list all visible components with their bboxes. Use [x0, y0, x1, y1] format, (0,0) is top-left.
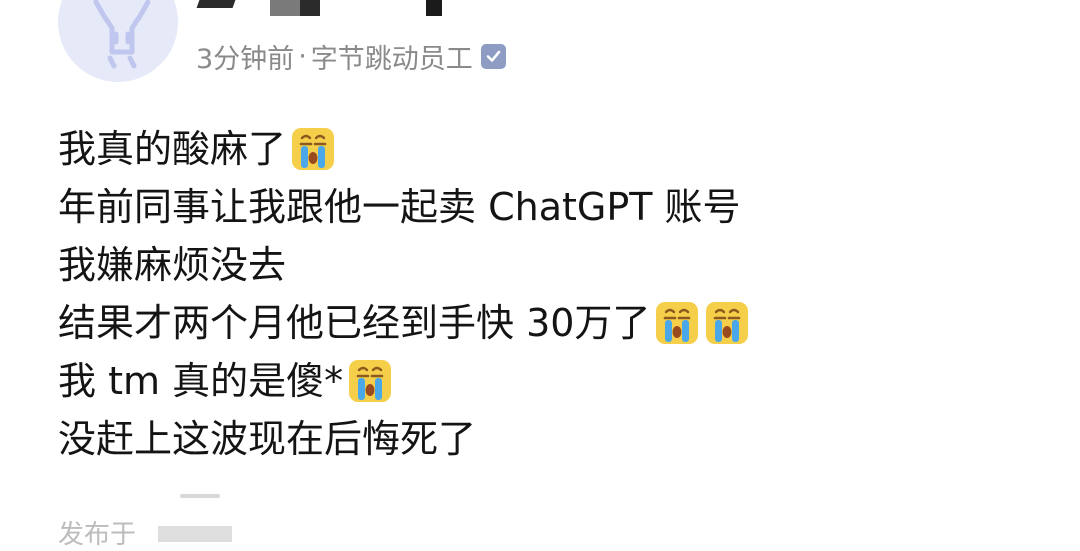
- post-line-text: 结果才两个月他已经到手快 30万了: [58, 301, 651, 345]
- post-line-text: 我嫌麻烦没去: [58, 243, 287, 287]
- post-line: 我嫌麻烦没去: [58, 236, 750, 294]
- post-line-text: 我 tm 真的是傻*: [58, 359, 344, 403]
- post-line: 我 tm 真的是傻*: [58, 352, 750, 410]
- avatar-silhouette-icon: [93, 0, 151, 69]
- post-line: 没赶上这波现在后悔死了: [58, 410, 750, 468]
- publish-location-label: 发布于: [58, 520, 137, 550]
- post-line: 结果才两个月他已经到手快 30万了: [58, 294, 750, 352]
- crying-face-emoji: [290, 126, 336, 172]
- post-line: 我真的酸麻了: [58, 120, 750, 178]
- post-meta: 3分钟前 · 字节跳动员工: [196, 34, 506, 78]
- redacted-username: [300, 0, 320, 16]
- redacted-username: [426, 0, 442, 16]
- author-tag: 字节跳动员工: [310, 43, 473, 75]
- crying-face-emoji: [704, 300, 750, 346]
- post-line-text: 我真的酸麻了: [58, 127, 287, 171]
- post-line: 年前同事让我跟他一起卖 ChatGPT 账号: [58, 178, 750, 236]
- meta-separator: ·: [298, 40, 307, 72]
- crying-face-emoji: [654, 300, 700, 346]
- post-line-text: 没赶上这波现在后悔死了: [58, 417, 477, 461]
- post-content: 我真的酸麻了年前同事让我跟他一起卖 ChatGPT 账号 我嫌麻烦没去结果才两个月…: [58, 120, 750, 468]
- verified-check-icon: [480, 43, 506, 69]
- crying-face-emoji: [347, 358, 393, 404]
- post-line-text: 年前同事让我跟他一起卖 ChatGPT 账号: [58, 185, 741, 229]
- redacted-mark: [180, 494, 220, 498]
- redacted-username: [196, 0, 236, 8]
- avatar[interactable]: [58, 0, 178, 82]
- post-time: 3分钟前: [196, 43, 295, 75]
